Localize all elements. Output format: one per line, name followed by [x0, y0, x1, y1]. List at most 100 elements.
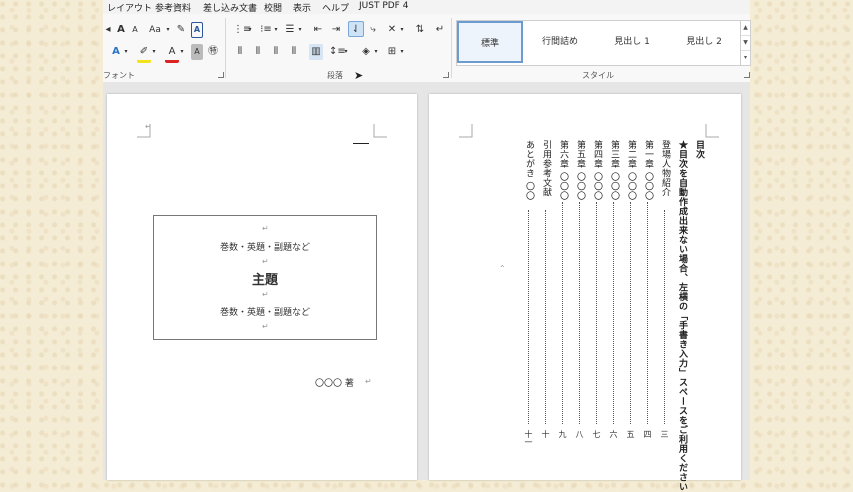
justify-icon[interactable]: ⦀: [287, 44, 301, 60]
font-dialog-launcher-icon[interactable]: [218, 72, 224, 78]
chevron-down-icon[interactable]: ▾: [273, 22, 279, 38]
highlight-icon[interactable]: ✐: [137, 44, 151, 63]
more-styles-icon[interactable]: ▾: [741, 51, 750, 65]
distribute-icon[interactable]: ▥: [309, 44, 323, 60]
toc-entry: 第二章 〇〇〇: [626, 140, 636, 201]
paragraph-mark: ↵: [262, 290, 269, 299]
menu-mailings[interactable]: 差し込み文書: [203, 1, 257, 14]
change-case-button[interactable]: Aa: [145, 22, 165, 38]
chevron-down-icon[interactable]: ▾: [399, 44, 405, 60]
align-center-icon[interactable]: ⦀: [251, 44, 265, 60]
show-marks-icon[interactable]: ↵: [433, 22, 447, 38]
styles-dialog-launcher-icon[interactable]: [744, 72, 750, 78]
toc-page-number: 九: [558, 430, 567, 438]
increase-indent-icon[interactable]: ⇥: [329, 22, 343, 38]
style-no-spacing[interactable]: 行間詰め: [525, 21, 595, 63]
toc-leader: [579, 202, 580, 424]
toc-leader: [528, 210, 529, 424]
author-line: 〇〇〇 著: [315, 379, 354, 389]
shrink-font-icon[interactable]: ◂: [103, 22, 113, 38]
style-heading-1[interactable]: 見出し 1: [597, 21, 667, 63]
styles-scroll: ▲ ▼ ▾: [740, 20, 751, 66]
toc-entry: 第三章 〇〇〇: [609, 140, 619, 201]
decrease-indent-icon[interactable]: ⇤: [311, 22, 325, 38]
text-direction-icon[interactable]: ⇃: [348, 21, 364, 37]
chevron-down-icon[interactable]: ▾: [151, 44, 157, 60]
menu-view[interactable]: 表示: [293, 1, 311, 14]
phonetic-guide-icon[interactable]: A: [191, 22, 203, 38]
chevron-down-icon[interactable]: ▾: [123, 44, 129, 60]
crop-mark: [373, 124, 387, 138]
align-top-icon[interactable]: ⦀: [233, 44, 247, 60]
toc-page-number: 三: [660, 430, 669, 438]
chevron-down-icon[interactable]: ▾: [343, 44, 349, 60]
chevron-down-icon[interactable]: ▾: [165, 22, 171, 38]
chevron-down-icon[interactable]: ▾: [297, 22, 303, 38]
styles-group-label: スタイル: [582, 71, 614, 80]
font-size-down-icon[interactable]: A: [129, 22, 141, 38]
style-normal[interactable]: 標準: [457, 21, 523, 63]
toc-entry: 第五章 〇〇〇: [575, 140, 585, 201]
toc-page-number: 四: [643, 430, 652, 438]
sort-icon[interactable]: ⇅: [413, 22, 427, 38]
char-shading-icon[interactable]: A: [191, 44, 203, 60]
paragraph-dialog-launcher-icon[interactable]: [443, 72, 449, 78]
line-spacing-icon[interactable]: ↕≡: [329, 44, 346, 60]
menu-help[interactable]: ヘルプ: [322, 1, 349, 14]
font-group-label: フォント: [103, 71, 135, 80]
chevron-down-icon[interactable]: ▾: [247, 22, 253, 38]
toc-entry: 第一章 〇〇〇: [643, 140, 653, 201]
x-cross-icon[interactable]: ✕: [385, 22, 399, 38]
paragraph-mark: ↵: [262, 257, 269, 266]
word-window: レイアウト 参考資料 差し込み文書 校閲 表示 ヘルプ JUST PDF 4 ◂…: [103, 0, 751, 492]
font-size-up-icon[interactable]: A: [115, 22, 127, 38]
mouse-cursor-icon: ➤: [354, 69, 364, 82]
toc-leader: [664, 210, 665, 424]
toc-page-number: 七: [592, 430, 601, 438]
clear-format-icon[interactable]: ✎: [175, 22, 187, 38]
volume-line-bottom: 巻数・英題・副題など: [219, 308, 310, 318]
chevron-down-icon[interactable]: ▾: [373, 44, 379, 60]
toc-note: ★目次を自動作成出来ない場合、左横の「手書き入力」スペースをご利用ください: [677, 140, 687, 492]
enclose-char-icon[interactable]: ㊕: [207, 44, 219, 60]
title-box[interactable]: ↵ 巻数・英題・副題など ↵ 主題 ↵ 巻数・英題・副題など ↵: [153, 215, 377, 340]
ribbon: ◂ A A Aa ▾ ✎ A A ▾ ✐ ▾ A ▾ A ㊕ フォント ⋮≡ ▾…: [103, 14, 751, 83]
menu-review[interactable]: 校閲: [264, 1, 282, 14]
chevron-down-icon[interactable]: ▾: [399, 22, 405, 38]
toc-page-number: 五: [626, 430, 635, 438]
chevron-up-icon[interactable]: ▲: [741, 21, 750, 36]
multilevel-list-icon[interactable]: ☰: [283, 22, 297, 38]
page-cover[interactable]: ↵ ↵ 巻数・英題・副題など ↵ 主題 ↵ 巻数・英題・副題など ↵ 〇〇〇 著…: [107, 94, 417, 480]
toc-page-number: 十: [541, 430, 550, 438]
cursor-line: [353, 143, 369, 144]
style-heading-2[interactable]: 見出し 2: [669, 21, 739, 63]
toc-page-number: 八: [575, 430, 584, 438]
paragraph-mark: ↵: [145, 122, 152, 131]
align-bottom-icon[interactable]: ⦀: [269, 44, 283, 60]
toc-entry: 第四章 〇〇〇: [592, 140, 602, 201]
styles-gallery: 標準 行間詰め 見出し 1 見出し 2: [456, 20, 742, 66]
font-color-icon[interactable]: A: [165, 44, 179, 63]
toc-title: 目次: [694, 140, 704, 159]
menu-just-pdf[interactable]: JUST PDF 4: [359, 1, 408, 11]
paragraph-mark: ↵: [262, 224, 269, 233]
asian-layout-icon[interactable]: ⤷: [366, 22, 380, 38]
bullets-icon[interactable]: ⋮≡: [233, 22, 251, 38]
group-divider: [451, 18, 452, 78]
menu-layout[interactable]: レイアウト: [107, 1, 152, 14]
menu-references[interactable]: 参考資料: [155, 1, 191, 14]
volume-line-top: 巻数・英題・副題など: [219, 243, 310, 253]
anchor-mark: ⌃: [499, 264, 506, 273]
paragraph-mark: ↵: [365, 377, 372, 386]
toc-entry: 引用参考文献: [541, 140, 551, 197]
toc-leader: [630, 202, 631, 424]
toc-leader: [647, 202, 648, 424]
borders-icon[interactable]: ⊞: [385, 44, 399, 60]
page-toc[interactable]: 目次 ★目次を自動作成出来ない場合、左横の「手書き入力」スペースをご利用ください…: [429, 94, 741, 492]
shading-icon[interactable]: ◈: [359, 44, 373, 60]
toc-leader: [613, 202, 614, 424]
chevron-down-icon[interactable]: ▼: [741, 36, 750, 51]
numbering-icon[interactable]: ⁝≡: [259, 22, 273, 38]
chevron-down-icon[interactable]: ▾: [179, 44, 185, 60]
text-effects-icon[interactable]: A: [109, 44, 123, 60]
